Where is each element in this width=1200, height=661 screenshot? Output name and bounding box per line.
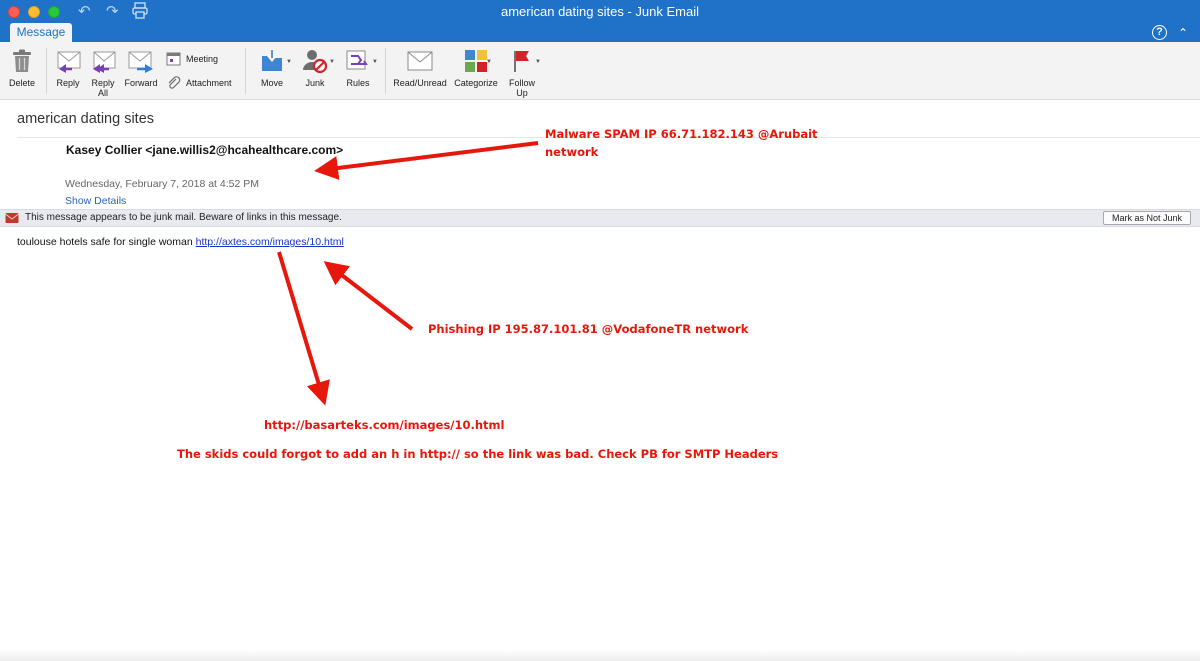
tab-message[interactable]: Message	[10, 23, 72, 42]
ribbon-tab-row	[0, 24, 1200, 42]
junk-mail-icon	[5, 213, 19, 223]
rules-label: Rules	[346, 78, 370, 88]
ribbon-separator	[46, 48, 47, 94]
real-url-annotation: http://basarteks.com/images/10.html	[264, 418, 505, 432]
message-body: toulouse hotels safe for single woman ht…	[17, 236, 344, 248]
trash-icon	[6, 46, 38, 76]
calendar-icon	[166, 52, 181, 66]
category-tiles-icon	[450, 46, 502, 76]
reply-icon	[52, 46, 84, 76]
envelope-icon	[390, 46, 450, 76]
attachment-label: Attachment	[186, 78, 232, 88]
show-details-link[interactable]: Show Details	[65, 195, 126, 207]
malware-arrow	[314, 141, 539, 180]
sender-name[interactable]: Kasey Collier <jane.willis2@hcahealthcar…	[66, 143, 343, 157]
forward-label: Forward	[124, 78, 158, 88]
junk-warning-text: This message appears to be junk mail. Be…	[25, 212, 342, 223]
note-annotation: The skids could forgot to add an h in ht…	[177, 447, 779, 461]
rules-dropdown-icon[interactable]: ▼	[372, 59, 378, 65]
delete-label: Delete	[8, 78, 35, 88]
paperclip-icon	[168, 76, 181, 89]
categorize-button[interactable]: Categorize	[450, 46, 502, 88]
rules-button[interactable]: Rules	[341, 46, 375, 88]
body-text: toulouse hotels safe for single woman	[17, 236, 196, 248]
ribbon-separator	[385, 48, 386, 94]
reply-button[interactable]: Reply	[52, 46, 84, 88]
junk-button[interactable]: Junk	[299, 46, 331, 88]
phishing-arrow	[323, 261, 414, 331]
attachment-button[interactable]: Attachment	[166, 76, 232, 90]
ribbon	[0, 42, 1200, 100]
mark-not-junk-button[interactable]: Mark as Not Junk	[1103, 211, 1191, 225]
phishing-annotation: Phishing IP 195.87.101.81 @VodafoneTR ne…	[428, 322, 749, 336]
follow-up-label: Follow Up	[508, 78, 535, 98]
window-bottom-edge	[0, 650, 1200, 661]
read-unread-button[interactable]: Read/Unread	[390, 46, 450, 88]
categorize-dropdown-icon[interactable]: ▼	[486, 59, 492, 65]
move-dropdown-icon[interactable]: ▼	[286, 59, 292, 65]
forward-icon	[122, 46, 160, 76]
ribbon-separator	[245, 48, 246, 94]
body-link[interactable]: http://axtes.com/images/10.html	[196, 236, 344, 248]
collapse-ribbon-icon[interactable]: ⌃	[1178, 24, 1188, 42]
follow-up-button[interactable]: Follow Up	[504, 46, 540, 98]
move-button[interactable]: Move	[253, 46, 291, 88]
move-label: Move	[260, 78, 283, 88]
delete-button[interactable]: Delete	[6, 46, 38, 88]
follow-up-dropdown-icon[interactable]: ▼	[535, 59, 541, 65]
link-arrow	[277, 251, 330, 406]
meeting-label: Meeting	[186, 54, 219, 64]
message-subject: american dating sites	[17, 111, 155, 127]
meeting-button[interactable]: Meeting	[166, 52, 218, 66]
forward-button[interactable]: Forward	[122, 46, 160, 88]
block-sender-icon	[299, 46, 331, 76]
reply-all-icon	[87, 46, 119, 76]
message-date: Wednesday, February 7, 2018 at 4:52 PM	[65, 178, 259, 190]
categorize-label: Categorize	[454, 78, 498, 88]
junk-label: Junk	[305, 78, 325, 88]
malware-annotation: Malware SPAM IP 66.71.182.143 @Arubait n…	[545, 127, 818, 159]
reply-label: Reply	[56, 78, 80, 88]
rules-icon	[341, 46, 375, 76]
read-unread-label: Read/Unread	[393, 78, 447, 88]
window-title: american dating sites - Junk Email	[501, 4, 699, 19]
help-icon[interactable]: ?	[1152, 25, 1167, 40]
reply-all-button[interactable]: Reply All	[87, 46, 119, 98]
reply-all-label: Reply All	[91, 78, 115, 98]
junk-dropdown-icon[interactable]: ▼	[329, 59, 335, 65]
